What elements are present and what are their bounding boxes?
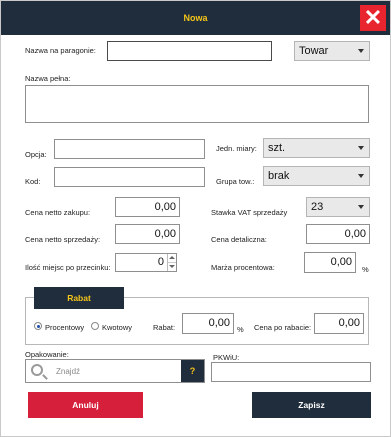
cena-detaliczna-label: Cena detaliczna: (211, 235, 267, 244)
spinner-up-button[interactable] (168, 254, 176, 263)
typ-select[interactable]: Towar (294, 41, 370, 61)
stawka-vat-label: Stawka VAT sprzedaży (211, 208, 288, 217)
rabat-tab: Rabat (34, 287, 124, 309)
stawka-vat-select[interactable]: 23 (306, 197, 370, 217)
spinner-down-button[interactable] (168, 263, 176, 272)
nazwa-pelna-label: Nazwa pełna: (25, 74, 71, 83)
typ-select-value: Towar (299, 45, 329, 57)
pkwiu-label: PKWiU: (213, 353, 240, 362)
ilosc-miejsc-value: 0 (157, 256, 164, 268)
ilosc-miejsc-label: Ilość miejsc po przecinku: (25, 263, 111, 272)
close-icon: ✕ (363, 5, 383, 30)
cena-netto-zakupu-label: Cena netto zakupu: (25, 208, 91, 217)
title-bar: Nowa ✕ (1, 1, 390, 35)
cena-detaliczna-input[interactable]: 0,00 (306, 224, 370, 244)
cena-po-rabacie-input[interactable]: 0,00 (314, 313, 364, 334)
dialog-title: Nowa (183, 13, 208, 23)
help-button[interactable]: ? (181, 360, 204, 382)
grupa-tow-value: brak (268, 170, 290, 182)
radio-kwotowy[interactable] (91, 322, 99, 330)
ilosc-miejsc-stepper[interactable]: 0 (115, 253, 177, 272)
chevron-down-icon (358, 205, 364, 209)
cena-netto-sprzedazy-label: Cena netto sprzedaży: (25, 235, 101, 244)
cena-netto-zakupu-input[interactable]: 0,00 (115, 197, 180, 217)
pkwiu-input[interactable] (211, 362, 371, 382)
marza-unit: % (362, 265, 369, 274)
kod-label: Kod: (25, 177, 41, 186)
marza-input[interactable]: 0,00 (304, 252, 356, 273)
rabat-input[interactable]: 0,00 (182, 313, 234, 334)
stawka-vat-value: 23 (311, 201, 324, 213)
cena-netto-sprzedazy-input[interactable]: 0,00 (115, 224, 180, 244)
jedn-miary-select[interactable]: szt. (263, 138, 370, 158)
radio-procentowy[interactable] (34, 322, 42, 330)
chevron-down-icon (358, 174, 364, 178)
opakowanie-search-input[interactable]: Znajdź (25, 359, 205, 383)
radio-procentowy-label: Procentowy (45, 323, 85, 332)
jedn-miary-label: Jedn. miary: (216, 144, 257, 153)
marza-label: Marża procentowa: (211, 263, 275, 272)
rabat-label: Rabat: (153, 323, 176, 332)
cena-po-rabacie-label: Cena po rabacie: (254, 323, 312, 332)
nazwa-na-paragonie-input[interactable] (107, 41, 272, 61)
opcja-label: Opcja: (25, 150, 47, 159)
chevron-down-icon (358, 146, 364, 150)
chevron-down-icon (358, 49, 364, 53)
cancel-button[interactable]: Anuluj (28, 392, 143, 418)
close-button[interactable]: ✕ (360, 5, 386, 31)
kod-input[interactable] (54, 167, 205, 187)
radio-kwotowy-label: Kwotowy (102, 323, 133, 332)
opakowanie-label: Opakowanie: (25, 350, 69, 359)
grupa-tow-label: Grupa tow.: (216, 177, 255, 186)
dialog-window: Nowa ✕ Nazwa na paragonie: Towar Nazwa p… (0, 0, 391, 437)
nazwa-na-paragonie-label: Nazwa na paragonie: (25, 46, 96, 55)
rabat-unit: % (237, 325, 244, 334)
opcja-input[interactable] (54, 139, 205, 159)
spinner-arrows-icon (167, 254, 176, 271)
jedn-miary-value: szt. (268, 142, 286, 154)
save-button[interactable]: Zapisz (252, 392, 371, 418)
search-placeholder: Znajdź (56, 367, 81, 376)
nazwa-pelna-textarea[interactable] (25, 85, 369, 123)
search-icon (31, 364, 43, 376)
grupa-tow-select[interactable]: brak (263, 166, 370, 186)
